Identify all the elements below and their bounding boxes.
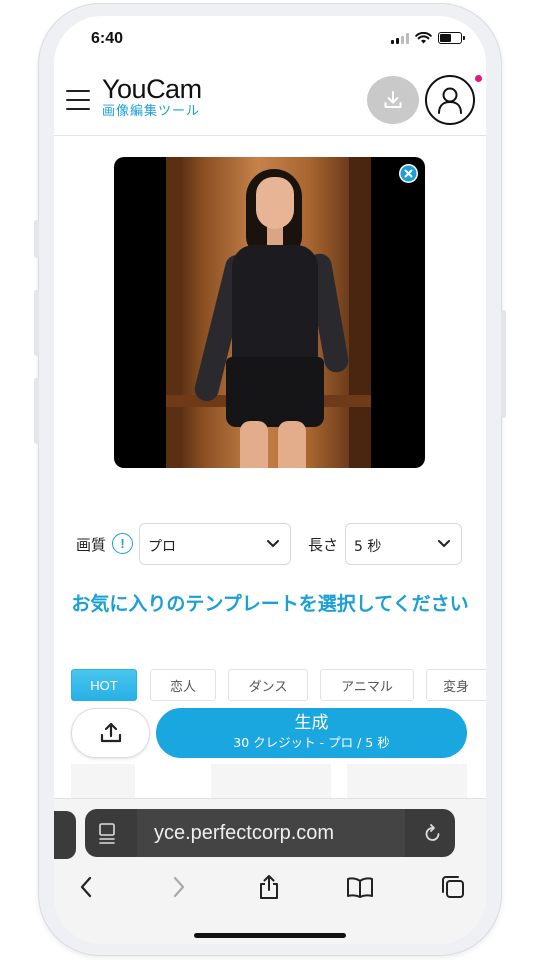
logo-title: YouCam	[102, 74, 202, 104]
hamburger-menu-icon[interactable]	[66, 90, 90, 110]
user-account-button[interactable]	[425, 75, 475, 125]
browser-nav	[54, 867, 486, 907]
wifi-icon	[415, 32, 432, 44]
preview-photo	[166, 157, 371, 468]
category-tabs: HOT 恋人 ダンス アニマル 変身	[71, 669, 486, 701]
close-circle-icon	[400, 165, 417, 182]
tab-animal[interactable]: アニマル	[320, 669, 414, 701]
back-icon	[80, 876, 92, 898]
generate-button[interactable]: 生成 30 クレジット - プロ / 5 秒	[156, 708, 467, 758]
tab-transform[interactable]: 変身	[426, 669, 486, 701]
quality-label: 画質	[76, 536, 107, 554]
bookmarks-icon	[347, 877, 373, 898]
tab-lovers[interactable]: 恋人	[150, 669, 216, 701]
preview-image	[114, 157, 425, 468]
download-icon	[384, 91, 402, 108]
side-button	[34, 290, 39, 356]
app-header: YouCam 画像編集ツール	[54, 70, 486, 136]
forward-button[interactable]	[159, 867, 199, 907]
page-menu-icon[interactable]	[97, 821, 117, 845]
info-icon[interactable]: !	[112, 533, 133, 554]
download-button[interactable]	[367, 76, 419, 124]
previous-tab-peek[interactable]	[54, 811, 76, 859]
generate-credits: 30 クレジット - プロ / 5 秒	[233, 735, 390, 750]
upload-icon	[100, 722, 121, 743]
tab-hot[interactable]: HOT	[71, 669, 137, 701]
bookmarks-button[interactable]	[340, 867, 380, 907]
status-icons	[391, 32, 465, 44]
quality-select[interactable]: プロ	[139, 523, 291, 565]
status-time: 6:40	[91, 30, 124, 47]
chevron-down-icon	[267, 540, 279, 548]
settings-row: 画質 ! プロ 長さ 5 秒	[76, 523, 466, 565]
generate-label: 生成	[294, 713, 329, 733]
tabs-icon	[442, 876, 464, 898]
remove-image-button[interactable]	[399, 164, 418, 183]
template-prompt: お気に入りのテンプレートを選択してください	[71, 593, 469, 615]
side-button	[34, 220, 39, 258]
cellular-signal-icon	[391, 32, 409, 44]
share-icon	[260, 875, 278, 899]
upload-button[interactable]	[71, 708, 150, 758]
forward-icon	[173, 876, 185, 898]
length-select[interactable]: 5 秒	[345, 523, 462, 565]
side-button	[501, 310, 506, 418]
reload-icon[interactable]	[423, 822, 443, 844]
share-button[interactable]	[249, 867, 289, 907]
side-button	[34, 378, 39, 444]
back-button[interactable]	[66, 867, 106, 907]
quality-value: プロ	[148, 539, 176, 555]
logo-subtitle: 画像編集ツール	[102, 104, 201, 119]
browser-toolbar: yce.perfectcorp.com	[54, 798, 486, 944]
tab-dance[interactable]: ダンス	[228, 669, 308, 701]
length-value: 5 秒	[354, 539, 382, 555]
notification-dot	[475, 75, 482, 82]
length-label: 長さ	[308, 536, 339, 554]
tabs-button[interactable]	[433, 867, 473, 907]
home-indicator[interactable]	[194, 933, 346, 938]
address-bar[interactable]: yce.perfectcorp.com	[85, 809, 455, 857]
phone-screen: 6:40 YouCam 画像編集ツール 画質 ! プロ 長さ 5 秒 お気に入り…	[54, 16, 486, 944]
chevron-down-icon	[438, 540, 450, 548]
logo[interactable]: YouCam 画像編集ツール	[102, 74, 202, 120]
battery-icon	[438, 32, 465, 44]
url-text: yce.perfectcorp.com	[137, 809, 405, 857]
user-account-icon	[438, 87, 462, 114]
